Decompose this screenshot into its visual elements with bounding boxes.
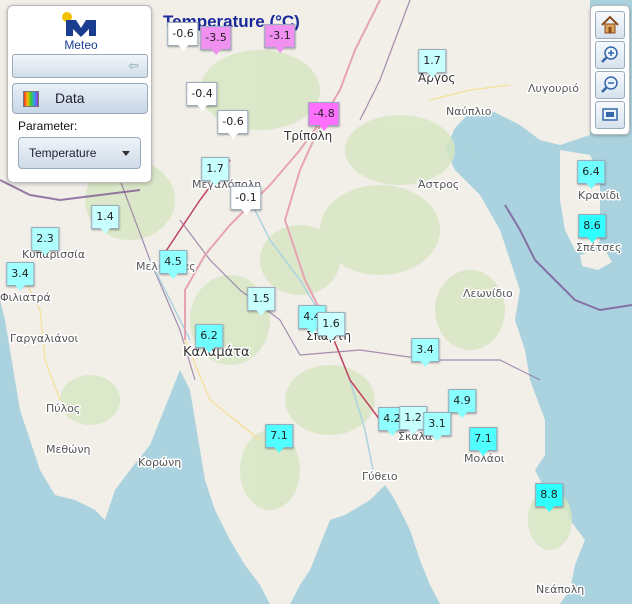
chevron-down-icon <box>122 151 130 156</box>
zoom-in-button[interactable] <box>595 41 625 69</box>
station-marker[interactable]: 3.1 <box>423 412 451 441</box>
place-label: Κρανίδι <box>578 189 620 202</box>
station-marker[interactable]: -4.8 <box>308 102 340 131</box>
zoom-out-button[interactable] <box>595 71 625 99</box>
zoom-extent-icon <box>602 108 618 121</box>
station-marker[interactable]: 3.4 <box>6 262 34 291</box>
place-label: Γύθειο <box>362 470 398 483</box>
data-button-label: Data <box>55 90 85 106</box>
zoom-out-icon <box>601 76 618 93</box>
home-icon <box>601 15 619 34</box>
place-label: Σπέτσες <box>576 241 622 254</box>
station-marker[interactable]: -0.1 <box>230 186 262 215</box>
station-marker[interactable]: 1.7 <box>418 49 446 78</box>
station-marker[interactable]: 3.4 <box>411 338 439 367</box>
station-marker[interactable]: 8.8 <box>535 483 563 512</box>
parameter-select[interactable]: Temperature <box>18 137 141 169</box>
place-label: Λυγουριό <box>528 82 579 95</box>
zoom-in-icon <box>601 46 618 63</box>
parameter-label: Parameter: <box>18 119 78 133</box>
parameter-select-value: Temperature <box>29 146 97 160</box>
place-label: Ναύπλιο <box>446 105 492 118</box>
place-label: Λεωνίδιο <box>463 287 513 300</box>
map-toolbar <box>590 5 630 135</box>
meteo-logo: Meteo <box>58 10 104 54</box>
station-marker[interactable]: -0.6 <box>217 110 249 139</box>
station-marker[interactable]: 7.1 <box>469 427 497 456</box>
data-palette-icon <box>23 91 39 107</box>
home-button[interactable] <box>595 11 625 39</box>
station-marker[interactable]: 1.4 <box>91 205 119 234</box>
station-marker[interactable]: -3.5 <box>200 26 232 55</box>
station-marker[interactable]: 6.2 <box>195 324 223 353</box>
arrow-left-icon: ⇦ <box>128 58 139 73</box>
station-marker[interactable]: 4.9 <box>448 389 476 418</box>
data-button[interactable]: Data <box>12 83 148 114</box>
place-label: Πύλος <box>46 402 80 415</box>
place-label: Νεάπολη <box>536 583 584 596</box>
station-marker[interactable]: 6.4 <box>577 160 605 189</box>
logo-text: Meteo <box>64 38 98 52</box>
station-marker[interactable]: 1.6 <box>317 312 345 341</box>
place-label: Φιλιατρά <box>0 291 51 304</box>
place-label: Τρίπολη <box>283 129 332 143</box>
place-label: Γαργαλιάνοι <box>10 332 78 345</box>
station-marker[interactable]: 1.7 <box>201 157 229 186</box>
place-label: Μεθώνη <box>46 443 91 456</box>
station-marker[interactable]: -0.4 <box>186 82 218 111</box>
station-marker[interactable]: 7.1 <box>265 424 293 453</box>
collapse-panel-button[interactable]: ⇦ <box>12 54 148 78</box>
zoom-extent-button[interactable] <box>595 101 625 129</box>
control-panel: Meteo ⇦ Data Parameter: Temperature <box>7 5 152 183</box>
station-marker[interactable]: -0.6 <box>167 22 199 51</box>
station-marker[interactable]: -3.1 <box>264 24 296 53</box>
station-marker[interactable]: 8.6 <box>578 214 606 243</box>
station-marker[interactable]: 1.5 <box>247 287 275 316</box>
station-marker[interactable]: 2.3 <box>31 227 59 256</box>
station-marker[interactable]: 4.5 <box>159 250 187 279</box>
place-label: Άστρος <box>418 178 459 191</box>
place-label: Κορώνη <box>138 456 181 469</box>
